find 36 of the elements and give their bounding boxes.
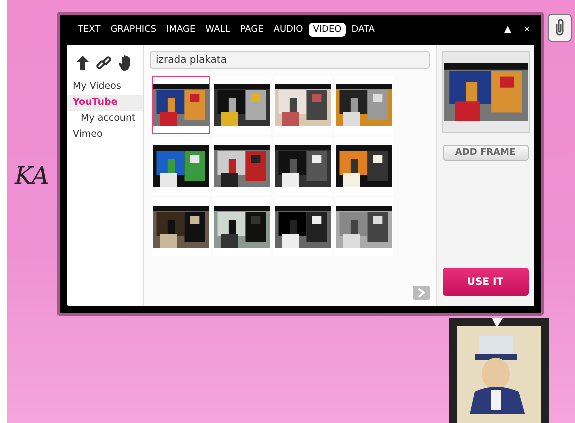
up-arrow-icon[interactable] (77, 56, 89, 70)
tab[interactable]: WALL (202, 23, 234, 37)
paperclip-icon (554, 19, 566, 37)
video-thumbnail[interactable] (335, 198, 393, 256)
tab[interactable]: DATA (348, 23, 379, 37)
hand-icon[interactable] (119, 55, 133, 71)
chevron-right-icon (418, 288, 426, 298)
tab[interactable]: AUDIO (270, 23, 308, 37)
attach-button[interactable] (548, 14, 572, 42)
tab[interactable]: GRAPHICS (106, 23, 161, 37)
collapse-button[interactable]: ▲ (504, 25, 512, 35)
use-it-button[interactable]: USE IT (442, 268, 528, 296)
sidebar-item[interactable]: Vimeo (67, 127, 143, 143)
handwritten-text: KA (15, 162, 50, 190)
video-thumbnail[interactable] (274, 137, 332, 195)
video-thumbnail[interactable] (335, 76, 393, 134)
video-thumbnail[interactable] (274, 198, 332, 256)
video-thumbnail[interactable] (274, 76, 332, 134)
video-thumbnail[interactable] (152, 76, 210, 134)
tab[interactable]: PAGE (236, 23, 268, 37)
tab[interactable]: IMAGE (162, 23, 200, 37)
video-thumbnail[interactable] (213, 137, 271, 195)
video-thumbnail[interactable] (152, 198, 210, 256)
sidebar-item[interactable]: My Videos (67, 79, 143, 95)
sidebar-item[interactable]: YouTube (67, 95, 143, 111)
video-thumbnail[interactable] (213, 198, 271, 256)
tab[interactable]: TEXT (74, 23, 105, 37)
add-frame-button[interactable]: ADD FRAME (442, 145, 528, 161)
link-icon[interactable] (96, 55, 112, 71)
video-thumbnail[interactable] (213, 76, 271, 134)
sidebar-item[interactable]: My account (67, 111, 143, 127)
video-thumbnail[interactable] (335, 137, 393, 195)
search-field[interactable]: izrada plakata (150, 51, 430, 69)
video-thumbnail[interactable] (152, 137, 210, 195)
tab[interactable]: VIDEO (309, 23, 346, 37)
close-button[interactable]: × (523, 25, 531, 35)
